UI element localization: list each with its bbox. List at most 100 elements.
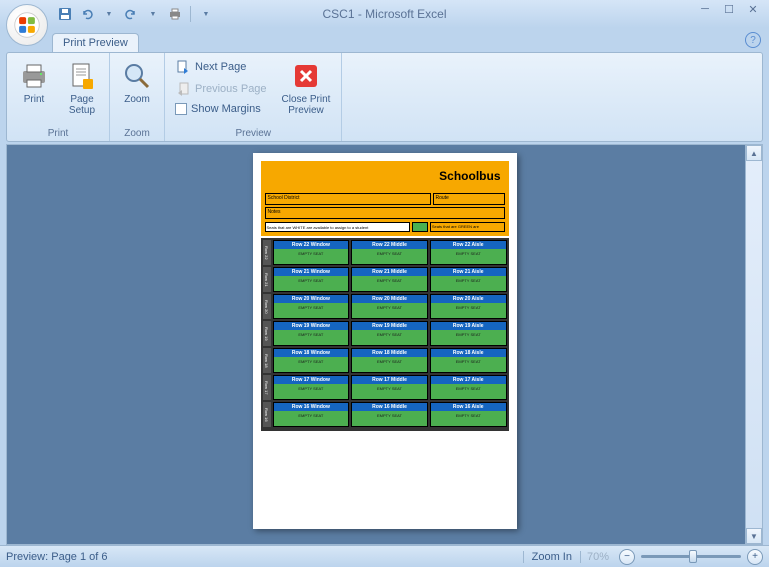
title-bar: ▼ ▼ ▼ CSC1 - Microsoft Excel ─ ☐ ✕ (0, 0, 769, 28)
seat: Row 18 WindowEMPTY SEAT (273, 348, 350, 373)
zoom-slider[interactable] (641, 555, 741, 558)
legend-white: Seats that are WHITE are available to as… (265, 222, 410, 232)
seat-row: Row 18Row 18 WindowEMPTY SEATRow 18 Midd… (263, 348, 507, 373)
seat-header: Row 19 Middle (352, 322, 427, 330)
seat-header: Row 18 Window (274, 349, 349, 357)
redo-icon[interactable] (122, 5, 140, 23)
seat-header: Row 16 Middle (352, 403, 427, 411)
seat: Row 21 WindowEMPTY SEAT (273, 267, 350, 292)
quick-access-toolbar: ▼ ▼ ▼ (56, 5, 215, 23)
seat-header: Row 17 Middle (352, 376, 427, 384)
seat: Row 19 WindowEMPTY SEAT (273, 321, 350, 346)
row-label: Row 22 (263, 240, 271, 265)
seat-row: Row 19Row 19 WindowEMPTY SEATRow 19 Midd… (263, 321, 507, 346)
seat-body: EMPTY SEAT (274, 276, 349, 291)
office-button[interactable] (6, 4, 48, 46)
next-page-button[interactable]: Next Page (171, 57, 271, 77)
row-label: Row 21 (263, 267, 271, 292)
zoom-in-label[interactable]: Zoom In (523, 551, 581, 563)
scroll-up-button[interactable]: ▲ (746, 145, 762, 161)
seat: Row 22 WindowEMPTY SEAT (273, 240, 350, 265)
seat-header: Row 21 Aisle (431, 268, 506, 276)
seat-body: EMPTY SEAT (352, 330, 427, 345)
seat-body: EMPTY SEAT (431, 249, 506, 264)
preview-area[interactable]: ▲ ▼ Schoolbus School District Route Note… (6, 144, 763, 545)
page-setup-icon (66, 60, 98, 92)
customize-qat-icon[interactable]: ▼ (197, 5, 215, 23)
legend-green-text: Seats that are GREEN are (430, 222, 505, 232)
seat: Row 20 MiddleEMPTY SEAT (351, 294, 428, 319)
seat-row: Row 22Row 22 WindowEMPTY SEATRow 22 Midd… (263, 240, 507, 265)
seat-header: Row 19 Window (274, 322, 349, 330)
preview-page: Schoolbus School District Route Notes Se… (253, 153, 517, 529)
ribbon-tabs: Print Preview ? (52, 28, 769, 52)
seat: Row 22 MiddleEMPTY SEAT (351, 240, 428, 265)
seat-body: EMPTY SEAT (431, 330, 506, 345)
seat-grid: Row 22Row 22 WindowEMPTY SEATRow 22 Midd… (261, 238, 509, 431)
scroll-down-button[interactable]: ▼ (746, 528, 762, 544)
seat: Row 18 AisleEMPTY SEAT (430, 348, 507, 373)
seat-body: EMPTY SEAT (274, 411, 349, 426)
seat-body: EMPTY SEAT (431, 276, 506, 291)
seat-header: Row 20 Window (274, 295, 349, 303)
help-button[interactable]: ? (745, 32, 761, 48)
zoom-out-button[interactable]: − (619, 549, 635, 565)
dropdown-icon[interactable]: ▼ (144, 5, 162, 23)
seat: Row 16 AisleEMPTY SEAT (430, 402, 507, 427)
zoom-in-button[interactable]: + (747, 549, 763, 565)
save-icon[interactable] (56, 5, 74, 23)
row-label: Row 16 (263, 402, 271, 427)
seat-header: Row 20 Aisle (431, 295, 506, 303)
close-button[interactable]: ✕ (743, 2, 763, 16)
page-setup-button[interactable]: Page Setup (61, 57, 103, 119)
seat: Row 18 MiddleEMPTY SEAT (351, 348, 428, 373)
seat: Row 17 WindowEMPTY SEAT (273, 375, 350, 400)
seat-body: EMPTY SEAT (274, 303, 349, 318)
seat: Row 20 WindowEMPTY SEAT (273, 294, 350, 319)
doc-field-route: Route (433, 193, 505, 205)
seat-header: Row 18 Aisle (431, 349, 506, 357)
dropdown-icon[interactable]: ▼ (100, 5, 118, 23)
seat-header: Row 16 Window (274, 403, 349, 411)
maximize-button[interactable]: ☐ (719, 2, 739, 16)
seat-body: EMPTY SEAT (274, 384, 349, 399)
seat: Row 17 MiddleEMPTY SEAT (351, 375, 428, 400)
previous-page-button: Previous Page (171, 79, 271, 99)
tab-print-preview[interactable]: Print Preview (52, 33, 139, 52)
undo-icon[interactable] (78, 5, 96, 23)
seat-header: Row 19 Aisle (431, 322, 506, 330)
seat-body: EMPTY SEAT (352, 249, 427, 264)
printer-icon (18, 60, 50, 92)
seat-row: Row 16Row 16 WindowEMPTY SEATRow 16 Midd… (263, 402, 507, 427)
close-print-preview-button[interactable]: Close Print Preview (277, 57, 336, 119)
seat-body: EMPTY SEAT (274, 249, 349, 264)
doc-field-notes: Notes (265, 207, 505, 219)
seat: Row 17 AisleEMPTY SEAT (430, 375, 507, 400)
seat-body: EMPTY SEAT (352, 276, 427, 291)
show-margins-checkbox[interactable]: Show Margins (171, 101, 271, 117)
previous-page-icon (175, 81, 191, 97)
seat-body: EMPTY SEAT (431, 357, 506, 372)
seat-body: EMPTY SEAT (431, 411, 506, 426)
zoom-button[interactable]: Zoom (116, 57, 158, 108)
row-label: Row 19 (263, 321, 271, 346)
zoom-slider-thumb[interactable] (689, 550, 697, 563)
seat: Row 19 MiddleEMPTY SEAT (351, 321, 428, 346)
seat-header: Row 17 Aisle (431, 376, 506, 384)
row-label: Row 20 (263, 294, 271, 319)
ribbon-group-zoom: Zoom Zoom (110, 53, 165, 141)
seat-header: Row 22 Window (274, 241, 349, 249)
close-icon (290, 60, 322, 92)
seat-header: Row 21 Middle (352, 268, 427, 276)
minimize-button[interactable]: ─ (695, 2, 715, 16)
seat-body: EMPTY SEAT (352, 384, 427, 399)
checkbox-icon (175, 103, 187, 115)
zoom-percent: 70% (587, 551, 613, 563)
seat-body: EMPTY SEAT (352, 357, 427, 372)
print-icon[interactable] (166, 5, 184, 23)
print-button[interactable]: Print (13, 57, 55, 108)
status-bar: Preview: Page 1 of 6 Zoom In 70% − + (0, 545, 769, 567)
seat-header: Row 20 Middle (352, 295, 427, 303)
window-title: CSC1 - Microsoft Excel (322, 7, 446, 21)
ribbon-group-print: Print Page Setup Print (7, 53, 110, 141)
